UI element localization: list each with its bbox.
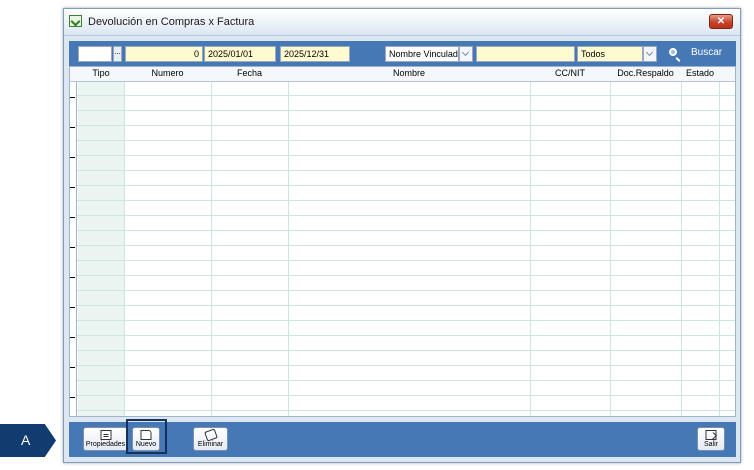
annotation-marker: A — [0, 424, 56, 457]
column-divider — [530, 67, 531, 416]
search-button-label: Buscar — [691, 47, 723, 58]
search-icon — [669, 48, 677, 56]
row-marker — [70, 127, 75, 128]
row-marker — [70, 247, 75, 248]
exit-door-icon — [705, 430, 717, 440]
date-to-field[interactable]: 2025/12/31 — [280, 46, 350, 62]
column-divider — [719, 67, 720, 416]
title-bar: Devolución en Compras x Factura ✕ — [64, 9, 740, 36]
column-header-estado[interactable]: Estado — [681, 68, 719, 78]
column-header-fecha[interactable]: Fecha — [211, 68, 288, 78]
row-marker — [70, 337, 75, 338]
column-divider — [211, 67, 212, 416]
column-divider — [610, 67, 611, 416]
column-divider — [681, 67, 682, 416]
date-from-field[interactable]: 2025/01/01 — [204, 46, 276, 62]
exit-button[interactable]: Salir — [697, 427, 725, 451]
row-marker — [70, 187, 75, 188]
search-by-dropdown-arrow[interactable] — [459, 46, 473, 62]
column-header-cc-nit[interactable]: CC/NIT — [530, 68, 610, 78]
app-icon — [69, 15, 82, 27]
highlighted-button-outline — [126, 419, 167, 454]
filter-toolbar: ... 0 2025/01/01 2025/12/31 Nombre Vincu… — [69, 41, 736, 66]
row-marker — [70, 217, 75, 218]
column-header-nombre[interactable]: Nombre — [288, 68, 530, 78]
row-marker — [70, 307, 75, 308]
close-button[interactable]: ✕ — [709, 14, 733, 29]
column-divider — [288, 67, 289, 416]
row-marker — [70, 97, 75, 98]
annotation-label: A — [21, 432, 31, 448]
grid-header: Tipo Numero Fecha Nombre CC/NIT Doc.Resp… — [70, 67, 735, 82]
window-title: Devolución en Compras x Factura — [88, 16, 255, 28]
row-selector-column — [70, 81, 77, 416]
column-header-doc-respaldo[interactable]: Doc.Respaldo — [610, 68, 681, 78]
column-header-tipo[interactable]: Tipo — [78, 68, 124, 78]
status-dropdown-arrow[interactable] — [643, 46, 657, 62]
properties-icon — [100, 430, 111, 440]
column-header-numero[interactable]: Numero — [124, 68, 211, 78]
row-marker — [70, 397, 75, 398]
search-by-select[interactable]: Nombre Vinculado — [385, 46, 459, 62]
delete-button[interactable]: Eliminar — [193, 427, 228, 451]
action-bar: Propiedades Nuevo Eliminar Salir — [69, 422, 736, 457]
column-divider — [124, 67, 125, 416]
search-button[interactable]: Buscar — [663, 45, 733, 62]
row-marker — [70, 157, 75, 158]
status-select[interactable]: Todos — [577, 46, 643, 62]
close-icon: ✕ — [716, 16, 726, 27]
properties-button[interactable]: Propiedades — [83, 427, 128, 451]
row-marker — [70, 367, 75, 368]
properties-button-label: Propiedades — [85, 441, 126, 448]
exit-button-label: Salir — [703, 441, 718, 448]
grid-rows — [70, 81, 735, 416]
delete-button-label: Eliminar — [197, 441, 224, 448]
lookup-button[interactable]: ... — [113, 46, 122, 62]
results-grid[interactable]: Tipo Numero Fecha Nombre CC/NIT Doc.Resp… — [69, 66, 736, 417]
number-field[interactable]: 0 — [125, 46, 203, 62]
row-marker — [70, 277, 75, 278]
code-field[interactable] — [78, 46, 112, 62]
search-text-field[interactable] — [476, 46, 575, 62]
main-window: Devolución en Compras x Factura ✕ ... 0 … — [63, 8, 741, 463]
